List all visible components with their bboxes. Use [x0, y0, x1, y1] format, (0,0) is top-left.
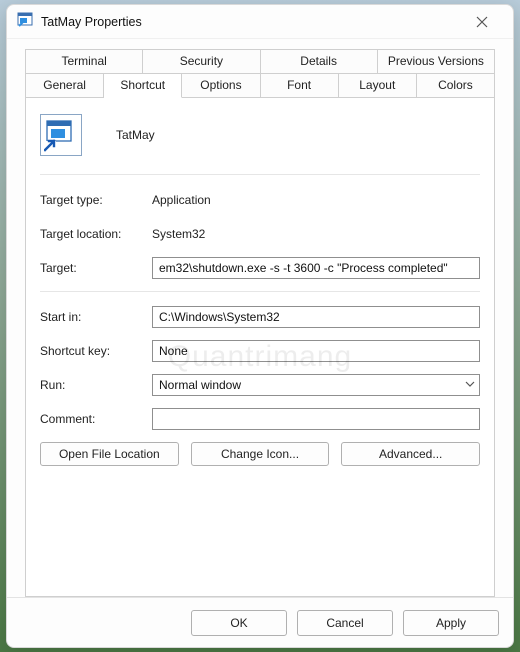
comment-label: Comment:: [40, 412, 152, 426]
change-icon-button[interactable]: Change Icon...: [191, 442, 330, 466]
open-file-location-button[interactable]: Open File Location: [40, 442, 179, 466]
shortcut-key-label: Shortcut key:: [40, 344, 152, 358]
button-label: OK: [230, 616, 247, 630]
advanced-button[interactable]: Advanced...: [341, 442, 480, 466]
button-label: Apply: [436, 616, 466, 630]
close-icon: [476, 16, 488, 28]
button-label: Cancel: [326, 616, 363, 630]
window-title: TatMay Properties: [41, 15, 461, 29]
tab-colors[interactable]: Colors: [417, 73, 495, 98]
run-select[interactable]: Normal window: [152, 374, 480, 396]
separator: [40, 291, 480, 292]
tab-label: Shortcut: [120, 78, 165, 92]
button-label: Advanced...: [379, 447, 442, 461]
tab-row-2: General Shortcut Options Font Layout Col…: [25, 73, 495, 98]
tab-label: Layout: [359, 78, 395, 92]
button-label: Open File Location: [59, 447, 160, 461]
tab-label: Options: [200, 78, 241, 92]
titlebar: TatMay Properties: [7, 5, 513, 39]
dialog-footer: OK Cancel Apply: [7, 597, 513, 647]
tab-shortcut[interactable]: Shortcut: [104, 73, 182, 98]
target-type-label: Target type:: [40, 193, 152, 207]
comment-input[interactable]: [152, 408, 480, 430]
start-in-label: Start in:: [40, 310, 152, 324]
shortcut-name: TatMay: [116, 128, 155, 142]
apply-button[interactable]: Apply: [403, 610, 499, 636]
app-icon: [17, 12, 33, 31]
tab-label: Colors: [438, 78, 473, 92]
tab-label: Security: [180, 54, 223, 68]
tab-label: Font: [287, 78, 311, 92]
tab-previous-versions[interactable]: Previous Versions: [378, 49, 495, 74]
tab-row-1: Terminal Security Details Previous Versi…: [25, 49, 495, 74]
shortcut-large-icon: [40, 114, 82, 156]
close-button[interactable]: [461, 8, 503, 36]
tab-label: Details: [300, 54, 337, 68]
start-in-input[interactable]: [152, 306, 480, 328]
run-value: Normal window: [159, 378, 241, 392]
target-label: Target:: [40, 261, 152, 275]
separator: [40, 174, 480, 175]
cancel-button[interactable]: Cancel: [297, 610, 393, 636]
tab-label: General: [43, 78, 86, 92]
button-label: Change Icon...: [221, 447, 299, 461]
tab-security[interactable]: Security: [143, 49, 260, 74]
tab-general[interactable]: General: [25, 73, 104, 98]
target-location-label: Target location:: [40, 227, 152, 241]
shortcut-key-input[interactable]: [152, 340, 480, 362]
tab-label: Terminal: [61, 54, 106, 68]
tab-details[interactable]: Details: [261, 49, 378, 74]
client-area: Terminal Security Details Previous Versi…: [7, 39, 513, 597]
tab-terminal[interactable]: Terminal: [25, 49, 143, 74]
shortcut-panel: TatMay Target type: Application Target l…: [25, 98, 495, 597]
tab-layout[interactable]: Layout: [339, 73, 417, 98]
target-type-value: Application: [152, 193, 480, 207]
ok-button[interactable]: OK: [191, 610, 287, 636]
tab-font[interactable]: Font: [261, 73, 339, 98]
tab-label: Previous Versions: [388, 54, 484, 68]
chevron-down-icon: [459, 378, 475, 392]
tab-options[interactable]: Options: [182, 73, 260, 98]
target-input[interactable]: [152, 257, 480, 279]
run-label: Run:: [40, 378, 152, 392]
properties-dialog: TatMay Properties Terminal Security Deta…: [6, 4, 514, 648]
target-location-value: System32: [152, 227, 480, 241]
